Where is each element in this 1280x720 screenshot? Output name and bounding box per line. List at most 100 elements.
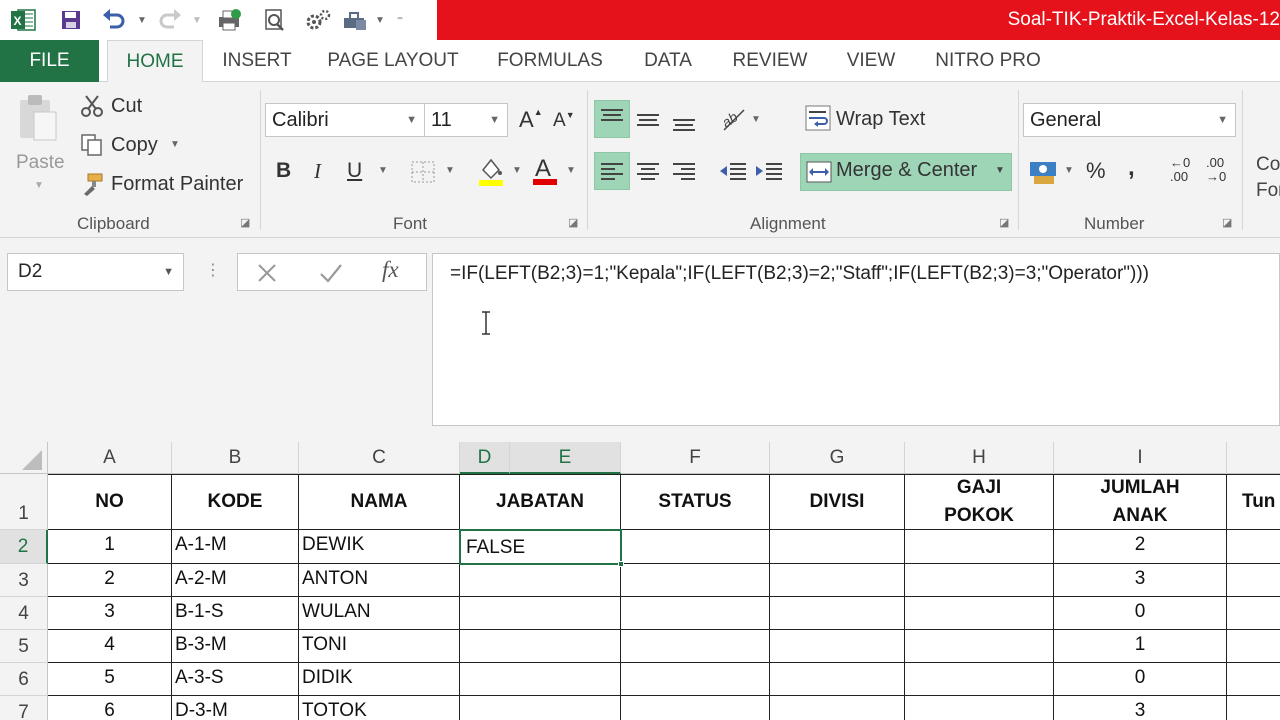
underline-dropdown-icon[interactable]: ▼: [378, 165, 388, 176]
table-cell-gaji[interactable]: [905, 597, 1054, 630]
tab-review[interactable]: REVIEW: [722, 40, 818, 82]
column-header-c[interactable]: C: [299, 442, 460, 474]
table-cell-kode[interactable]: A-3-S: [172, 663, 299, 696]
table-cell-tunjangan[interactable]: [1227, 630, 1280, 663]
orientation-dropdown-icon[interactable]: ▼: [751, 114, 761, 125]
table-cell-gaji[interactable]: [905, 564, 1054, 597]
table-cell-kode[interactable]: A-1-M: [172, 530, 299, 564]
fill-color-dropdown-icon[interactable]: ▼: [512, 165, 522, 176]
table-cell-jabatan[interactable]: [460, 564, 621, 597]
column-header-h[interactable]: H: [905, 442, 1054, 474]
borders-dropdown-icon[interactable]: ▼: [445, 165, 455, 176]
select-all-corner[interactable]: [0, 442, 48, 474]
header-cell-divisi[interactable]: DIVISI: [770, 474, 905, 530]
table-cell-tunjangan[interactable]: [1227, 663, 1280, 696]
insert-function-button[interactable]: fx: [382, 257, 399, 283]
column-header-d[interactable]: D: [460, 442, 510, 474]
copy-dropdown-icon[interactable]: ▼: [170, 139, 180, 150]
wrap-text-button[interactable]: Wrap Text: [836, 108, 925, 131]
decrease-decimal-button[interactable]: .00 →0: [1206, 156, 1226, 184]
row-header-7[interactable]: 7: [0, 696, 48, 720]
table-cell-divisi[interactable]: [770, 530, 905, 564]
active-cell-selection[interactable]: [459, 529, 624, 567]
borders-icon[interactable]: [410, 160, 436, 189]
number-launcher-icon[interactable]: ◪: [1222, 216, 1232, 229]
alignment-launcher-icon[interactable]: ◪: [999, 216, 1009, 229]
table-cell-kode[interactable]: B-3-M: [172, 630, 299, 663]
header-cell-kode[interactable]: KODE: [172, 474, 299, 530]
table-cell-tunjangan[interactable]: [1227, 530, 1280, 564]
paste-icon[interactable]: [16, 92, 60, 147]
table-cell-kode[interactable]: A-2-M: [172, 564, 299, 597]
table-cell-gaji[interactable]: [905, 530, 1054, 564]
redo-icon[interactable]: [152, 0, 188, 40]
table-cell-nama[interactable]: ANTON: [299, 564, 460, 597]
column-header-j[interactable]: [1227, 442, 1280, 474]
clipboard-launcher-icon[interactable]: ◪: [240, 216, 250, 229]
enter-check-icon[interactable]: [318, 262, 344, 289]
copy-button[interactable]: Copy: [111, 134, 158, 157]
table-cell-jabatan[interactable]: [460, 630, 621, 663]
table-cell-jabatan[interactable]: [460, 696, 621, 720]
tab-insert[interactable]: INSERT: [213, 40, 301, 82]
font-size-select[interactable]: 11 ▼: [424, 103, 508, 137]
tools-dropdown-icon[interactable]: ▼: [370, 0, 390, 40]
table-cell-nama[interactable]: DEWIK: [299, 530, 460, 564]
table-cell-kode[interactable]: B-1-S: [172, 597, 299, 630]
table-cell-anak[interactable]: 0: [1054, 597, 1227, 630]
font-color-icon[interactable]: A: [531, 154, 559, 191]
number-format-select[interactable]: General ▼: [1023, 103, 1236, 137]
cut-button[interactable]: Cut: [111, 95, 142, 118]
table-cell-tunjangan[interactable]: [1227, 696, 1280, 720]
column-header-b[interactable]: B: [172, 442, 299, 474]
tools-icon[interactable]: [340, 0, 370, 40]
tab-data[interactable]: DATA: [632, 40, 704, 82]
align-right-icon[interactable]: [670, 158, 698, 191]
table-cell-status[interactable]: [621, 597, 770, 630]
table-cell-nama[interactable]: TOTOK: [299, 696, 460, 720]
fill-color-icon[interactable]: [477, 156, 505, 191]
quick-print-icon[interactable]: [206, 0, 252, 40]
bottom-align-icon[interactable]: [670, 108, 698, 141]
shrink-font-button[interactable]: A▼: [553, 110, 575, 132]
tab-page-layout[interactable]: PAGE LAYOUT: [318, 40, 468, 82]
align-center-icon[interactable]: [634, 158, 662, 191]
bold-button[interactable]: B: [276, 159, 291, 183]
column-header-i[interactable]: I: [1054, 442, 1227, 474]
redo-dropdown-icon[interactable]: ▼: [188, 0, 206, 40]
table-cell-gaji[interactable]: [905, 630, 1054, 663]
header-cell-nama[interactable]: NAMA: [299, 474, 460, 530]
tab-file[interactable]: FILE: [0, 40, 99, 82]
top-align-button[interactable]: [594, 100, 630, 138]
table-cell-nama[interactable]: TONI: [299, 630, 460, 663]
grow-font-button[interactable]: A▲: [519, 107, 543, 133]
font-name-select[interactable]: Calibri ▼: [265, 103, 425, 137]
table-cell-divisi[interactable]: [770, 630, 905, 663]
header-cell-status[interactable]: STATUS: [621, 474, 770, 530]
undo-icon[interactable]: [96, 0, 132, 40]
table-cell-kode[interactable]: D-3-M: [172, 696, 299, 720]
table-cell-gaji[interactable]: [905, 663, 1054, 696]
excel-logo-icon[interactable]: X: [0, 0, 46, 40]
table-cell-no[interactable]: 5: [48, 663, 172, 696]
percent-style-button[interactable]: %: [1086, 158, 1106, 184]
header-cell-no[interactable]: NO: [48, 474, 172, 530]
table-cell-status[interactable]: [621, 630, 770, 663]
column-header-a[interactable]: A: [48, 442, 172, 474]
table-cell-divisi[interactable]: [770, 564, 905, 597]
table-cell-nama[interactable]: DIDIK: [299, 663, 460, 696]
table-cell-jabatan[interactable]: [460, 663, 621, 696]
table-cell-divisi[interactable]: [770, 597, 905, 630]
table-cell-anak[interactable]: 0: [1054, 663, 1227, 696]
table-cell-tunjangan[interactable]: [1227, 597, 1280, 630]
accounting-dropdown-icon[interactable]: ▼: [1064, 165, 1074, 176]
merge-dropdown-icon[interactable]: ▼: [995, 165, 1005, 176]
accounting-format-icon[interactable]: [1028, 158, 1060, 191]
table-cell-no[interactable]: 2: [48, 564, 172, 597]
table-cell-anak[interactable]: 3: [1054, 564, 1227, 597]
options-gear-icon[interactable]: [296, 0, 340, 40]
save-icon[interactable]: [46, 0, 96, 40]
table-cell-status[interactable]: [621, 696, 770, 720]
table-cell-status[interactable]: [621, 663, 770, 696]
table-cell-status[interactable]: [621, 530, 770, 564]
